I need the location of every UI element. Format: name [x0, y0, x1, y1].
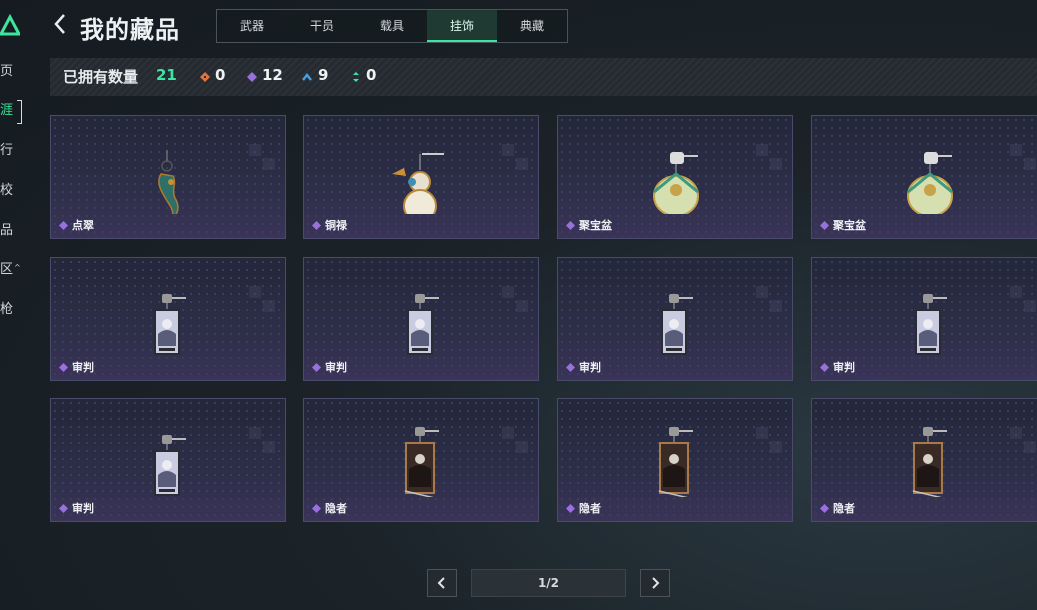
- rarity-icon: [312, 503, 321, 513]
- nav-item-collection[interactable]: 品: [0, 220, 22, 242]
- nav-item-home[interactable]: 页: [0, 61, 22, 83]
- chevron-right-icon: [652, 577, 660, 589]
- charm-card[interactable]: 审判: [50, 257, 286, 381]
- charm-name: 隐者: [833, 502, 855, 515]
- charm-name: 铜禄: [325, 219, 347, 232]
- tab-collection[interactable]: 典藏: [497, 10, 567, 42]
- charm-name: 审判: [579, 361, 601, 374]
- rarity-icon: [59, 503, 68, 513]
- count-blue: 9: [318, 66, 329, 84]
- judgment-card-charm-icon: [154, 435, 186, 496]
- rarity-icon: [312, 362, 321, 372]
- charm-card[interactable]: 聚宝盆: [557, 115, 793, 239]
- rarity-icon: [820, 503, 829, 513]
- category-tabs: 武器 干员 载具 挂饰 典藏: [216, 9, 568, 43]
- next-page-button[interactable]: [640, 569, 670, 597]
- chevron-up-icon: ^: [14, 263, 21, 272]
- charm-card[interactable]: 审判: [557, 257, 793, 381]
- page-title: 我的藏品: [80, 16, 180, 44]
- stats-bar: [50, 58, 1037, 96]
- back-arrow-icon[interactable]: [52, 12, 68, 36]
- tab-charms[interactable]: 挂饰: [427, 10, 497, 42]
- charm-name: 审判: [72, 502, 94, 515]
- charm-card[interactable]: 隐者: [557, 398, 793, 522]
- charm-name: 聚宝盆: [833, 219, 866, 232]
- rarity-icon: [566, 503, 575, 513]
- hermit-card-charm-icon: [658, 427, 693, 497]
- charm-card[interactable]: 隐者: [811, 398, 1037, 522]
- count-orange: 0: [215, 66, 226, 84]
- green-arrows-icon: [353, 72, 359, 82]
- count-green: 0: [366, 66, 377, 84]
- judgment-card-charm-icon: [407, 294, 439, 355]
- blue-chevron-icon: [302, 72, 312, 81]
- treasure-bowl-charm-icon: [907, 152, 953, 214]
- rarity-icon: [566, 362, 575, 372]
- charm-card[interactable]: 铜禄: [303, 115, 539, 239]
- charm-name: 隐者: [579, 502, 601, 515]
- treasure-bowl-charm-icon: [653, 152, 699, 214]
- owned-count-total: 21: [156, 66, 177, 84]
- charm-name: 审判: [325, 361, 347, 374]
- count-purple: 12: [262, 66, 283, 84]
- page-indicator: 1/2: [471, 569, 626, 597]
- charm-card[interactable]: 聚宝盆: [811, 115, 1037, 239]
- gourd-charm-icon: [392, 153, 444, 214]
- hermit-card-charm-icon: [912, 427, 947, 497]
- active-indicator: [17, 100, 22, 124]
- judgment-card-charm-icon: [661, 294, 693, 355]
- nav-item-action[interactable]: 行: [0, 140, 22, 162]
- charm-card[interactable]: 点翠: [50, 115, 286, 239]
- rarity-icon: [820, 220, 829, 230]
- charm-name: 聚宝盆: [579, 219, 612, 232]
- owned-count-label: 已拥有数量: [63, 68, 139, 86]
- rarity-icon: [566, 220, 575, 230]
- nav-item-career[interactable]: 涯: [0, 100, 22, 124]
- rarity-icon: [820, 362, 829, 372]
- tab-weapons[interactable]: 武器: [217, 10, 287, 42]
- charm-name: 审判: [833, 361, 855, 374]
- charm-name: 隐者: [325, 502, 347, 515]
- rarity-icon: [312, 220, 321, 230]
- chevron-left-icon: [437, 577, 445, 589]
- nav-item-school[interactable]: 校: [0, 180, 22, 202]
- tab-vehicles[interactable]: 载具: [357, 10, 427, 42]
- charm-card[interactable]: 审判: [303, 257, 539, 381]
- charm-card[interactable]: 审判: [50, 398, 286, 522]
- charm-card[interactable]: 隐者: [303, 398, 539, 522]
- jade-phoenix-charm-icon: [158, 150, 179, 214]
- charm-card[interactable]: 审判: [811, 257, 1037, 381]
- nav-item-gun[interactable]: 枪: [0, 299, 22, 321]
- purple-diamond-icon: [247, 72, 257, 82]
- nav-item-zone[interactable]: 区 ^: [0, 259, 22, 281]
- orange-diamond-icon: [200, 72, 210, 82]
- charm-name: 点翠: [72, 219, 94, 232]
- charm-name: 审判: [72, 361, 94, 374]
- rarity-icon: [59, 362, 68, 372]
- judgment-card-charm-icon: [915, 294, 947, 355]
- hermit-card-charm-icon: [404, 427, 439, 497]
- prev-page-button[interactable]: [427, 569, 457, 597]
- logo-icon: [0, 14, 20, 36]
- tab-operators[interactable]: 干员: [287, 10, 357, 42]
- judgment-card-charm-icon: [154, 294, 186, 355]
- rarity-icon: [59, 220, 68, 230]
